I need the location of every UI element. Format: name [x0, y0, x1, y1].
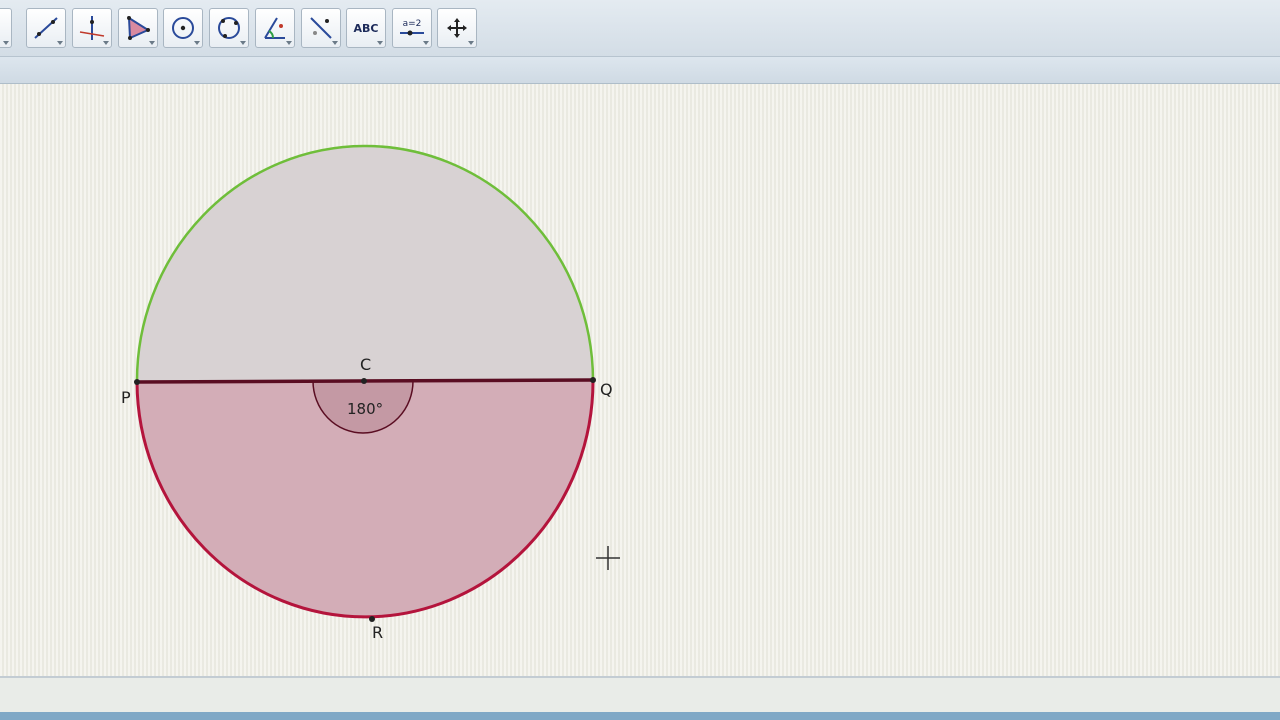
tool-line[interactable]: [26, 8, 66, 48]
geometry-figure: C P Q R 180°: [121, 144, 620, 642]
line-through-points-icon: [32, 14, 60, 42]
move-graphics-view-icon: [445, 16, 469, 40]
angle-label: 180°: [347, 400, 383, 418]
slider-icon: a=2: [398, 19, 426, 37]
tool-polygon[interactable]: [118, 8, 158, 48]
label-R: R: [372, 623, 383, 642]
tool-perpendicular[interactable]: [72, 8, 112, 48]
tool-circle-three-points[interactable]: [209, 8, 249, 48]
move-arrow-icon: [0, 16, 4, 40]
upper-semicircle-region[interactable]: [136, 145, 594, 382]
angle-icon: [261, 14, 289, 42]
polygon-icon: [124, 14, 152, 42]
tool-slider[interactable]: a=2: [392, 8, 432, 48]
label-C: C: [360, 355, 371, 374]
label-Q: Q: [600, 380, 613, 399]
circle-center-point-icon: [169, 14, 197, 42]
window-bottom-edge: [0, 712, 1280, 720]
tool-move-view[interactable]: [437, 8, 477, 48]
circle-three-points-icon: [215, 14, 243, 42]
status-bar: [0, 676, 1280, 714]
point-R[interactable]: [369, 616, 375, 622]
point-Q[interactable]: [590, 377, 596, 383]
toolbar-help-bar: [0, 57, 1280, 84]
slider-label: a=2: [402, 19, 422, 29]
tool-text[interactable]: ABC: [346, 8, 386, 48]
text-abc-icon: ABC: [353, 21, 379, 35]
tool-move[interactable]: [0, 8, 12, 48]
tool-reflect[interactable]: [301, 8, 341, 48]
point-P[interactable]: [134, 379, 140, 385]
tool-circle[interactable]: [163, 8, 203, 48]
tool-angle[interactable]: [255, 8, 295, 48]
point-C[interactable]: [361, 378, 367, 384]
toolbar: ABC a=2: [0, 0, 1280, 57]
perpendicular-line-icon: [78, 14, 106, 42]
reflect-line-icon: [307, 14, 335, 42]
graphics-view[interactable]: C P Q R 180°: [0, 84, 1280, 676]
label-P: P: [121, 388, 131, 407]
crosshair-cursor-icon: [596, 546, 620, 570]
